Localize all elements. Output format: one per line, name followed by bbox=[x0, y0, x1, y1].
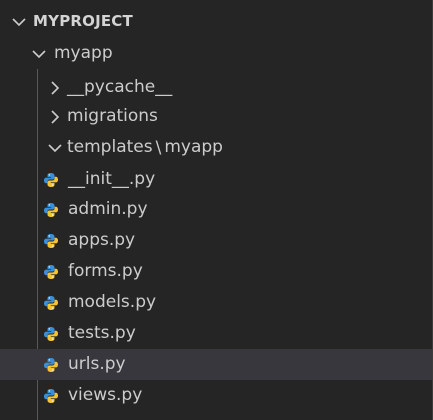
path-separator: \ bbox=[155, 137, 162, 158]
folder-row-pycache[interactable]: __pycache__ bbox=[0, 72, 432, 103]
chevron-down-icon bbox=[10, 13, 28, 31]
folder-row-migrations[interactable]: migrations bbox=[0, 101, 432, 132]
chevron-down-icon bbox=[30, 45, 48, 63]
folder-label: __pycache__ bbox=[67, 77, 173, 97]
file-row[interactable]: __init__.py bbox=[0, 164, 432, 195]
python-icon bbox=[43, 388, 59, 404]
folder-row-myapp[interactable]: myapp bbox=[0, 38, 432, 69]
file-label: models.py bbox=[68, 292, 157, 312]
file-row[interactable]: apps.py bbox=[0, 225, 432, 256]
file-row[interactable]: views.py bbox=[0, 380, 432, 411]
file-row[interactable]: admin.py bbox=[0, 194, 432, 225]
clipped-row bbox=[64, 410, 124, 420]
python-icon bbox=[43, 202, 59, 218]
file-label: tests.py bbox=[68, 323, 136, 343]
file-label: urls.py bbox=[68, 354, 126, 374]
python-icon bbox=[43, 172, 59, 188]
file-label: admin.py bbox=[68, 199, 148, 219]
file-label: __init__.py bbox=[68, 169, 156, 189]
folder-label: migrations bbox=[67, 106, 158, 126]
python-icon bbox=[43, 326, 59, 342]
folder-label: myapp bbox=[54, 43, 113, 63]
chevron-right-icon bbox=[46, 108, 64, 126]
python-icon bbox=[43, 264, 59, 280]
chevron-down-icon bbox=[46, 139, 64, 157]
file-label: forms.py bbox=[68, 261, 143, 281]
python-icon bbox=[43, 233, 59, 249]
python-icon bbox=[43, 295, 59, 311]
file-label: apps.py bbox=[68, 230, 136, 250]
python-icon bbox=[43, 357, 59, 373]
file-row-selected[interactable]: urls.py bbox=[0, 349, 432, 380]
file-explorer: MYPROJECT myapp __pycache__ migrations t… bbox=[0, 0, 433, 420]
file-label: views.py bbox=[68, 385, 143, 405]
project-root-row[interactable]: MYPROJECT bbox=[0, 6, 432, 37]
chevron-right-icon bbox=[46, 79, 64, 97]
folder-label-sub: myapp bbox=[164, 137, 223, 157]
project-name: MYPROJECT bbox=[33, 12, 133, 30]
folder-row-templates[interactable]: templates \ myapp bbox=[0, 132, 432, 163]
folder-label: templates bbox=[67, 137, 153, 157]
file-row[interactable]: tests.py bbox=[0, 318, 432, 349]
file-row[interactable]: models.py bbox=[0, 287, 432, 318]
file-row[interactable]: forms.py bbox=[0, 256, 432, 287]
